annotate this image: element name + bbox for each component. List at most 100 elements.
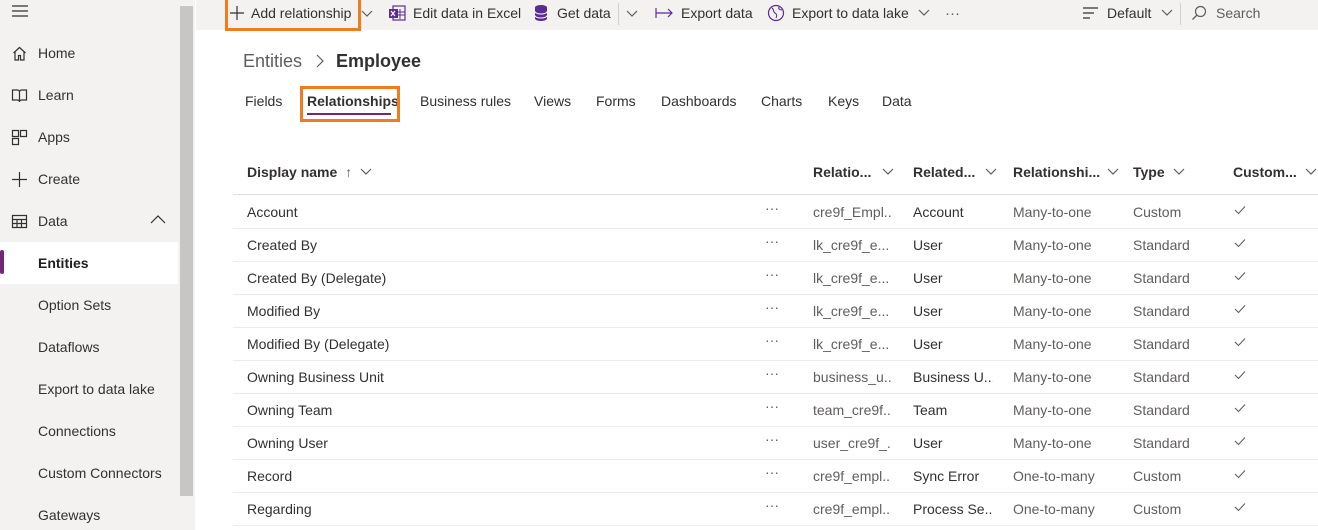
cell-display-name[interactable]: Regarding	[247, 501, 312, 517]
globe-icon	[767, 4, 785, 22]
cell-display-name[interactable]: Created By	[247, 237, 317, 253]
view-selector-label: Default	[1107, 5, 1152, 21]
tab-fields[interactable]: Fields	[245, 93, 282, 109]
table-row[interactable]: Modified By ··· lk_cre9f_e... User Many-to-o…	[233, 295, 1318, 328]
cell-display-name[interactable]: Owning Business Unit	[247, 369, 384, 385]
cell-display-name[interactable]: Owning Team	[247, 402, 332, 418]
sidebar-item-learn[interactable]: Learn	[0, 74, 178, 116]
column-header-relationship-name[interactable]: Relatio...	[813, 164, 894, 180]
sidebar-item-label: Dataflows	[38, 339, 100, 355]
row-more-actions-button[interactable]: ···	[765, 266, 785, 280]
add-relationship-dropdown[interactable]	[361, 9, 373, 19]
sidebar-item-custom-connectors[interactable]: Custom Connectors	[0, 452, 178, 494]
sidebar-item-label: Option Sets	[38, 297, 112, 313]
more-commands-button[interactable]: ···	[945, 0, 960, 26]
column-header-display-name[interactable]: Display name ↑	[247, 164, 372, 180]
chevron-down-icon	[1173, 168, 1185, 175]
cell-relationship-type: Many-to-one	[1013, 237, 1092, 253]
cell-type: Standard	[1133, 303, 1190, 319]
row-more-actions-button[interactable]: ···	[765, 200, 785, 214]
cell-display-name[interactable]: Record	[247, 468, 292, 484]
sidebar-item-connections[interactable]: Connections	[0, 410, 178, 452]
tab-dashboards[interactable]: Dashboards	[661, 93, 737, 109]
sort-ascending-icon: ↑	[345, 164, 353, 180]
column-header-label: Custom...	[1233, 164, 1297, 180]
export-data-label: Export data	[681, 5, 753, 21]
cell-type: Standard	[1133, 369, 1190, 385]
checkmark-icon	[1234, 238, 1246, 248]
sidebar-item-label: Export to data lake	[38, 381, 155, 397]
search-box[interactable]: Search	[1191, 0, 1260, 26]
export-to-data-lake-button[interactable]: Export to data lake	[767, 0, 930, 26]
table-row[interactable]: Modified By (Delegate) ··· lk_cre9f_e... Us…	[233, 328, 1318, 361]
row-more-actions-button[interactable]: ···	[765, 497, 785, 511]
table-row[interactable]: Record ··· cre9f_empl... Sync Error One-to-m…	[233, 460, 1318, 493]
checkmark-icon	[1234, 502, 1246, 512]
cell-relationship-name: team_cre9f...	[813, 402, 891, 418]
table-row[interactable]: Created By ··· lk_cre9f_e... User Many-to-on…	[233, 229, 1318, 262]
table-row[interactable]: Created By (Delegate) ··· lk_cre9f_e... Use…	[233, 262, 1318, 295]
row-more-actions-button[interactable]: ···	[765, 233, 785, 247]
sidebar-scrollbar-thumb[interactable]	[180, 6, 193, 496]
row-more-actions-button[interactable]: ···	[765, 464, 785, 478]
cell-type: Standard	[1133, 270, 1190, 286]
database-icon	[534, 4, 548, 22]
tab-views[interactable]: Views	[534, 93, 571, 109]
tab-charts[interactable]: Charts	[761, 93, 802, 109]
table-row[interactable]: Account ··· cre9f_Empl... Account Many-to-on…	[233, 196, 1318, 229]
sidebar: Home Learn Apps Create Data Entities Opt…	[0, 0, 195, 530]
cell-display-name[interactable]: Modified By (Delegate)	[247, 336, 389, 352]
table-row[interactable]: Owning User ··· user_cre9f_... User Many-to-…	[233, 427, 1318, 460]
table-row[interactable]: Regarding ··· cre9f_empl... Process Se... On…	[233, 493, 1318, 526]
row-more-actions-button[interactable]: ···	[765, 332, 785, 346]
chevron-up-icon[interactable]	[150, 214, 166, 226]
get-data-dropdown[interactable]	[626, 9, 638, 19]
table-row[interactable]: Owning Business Unit ··· business_u... Busi…	[233, 361, 1318, 394]
table-row[interactable]: Owning Team ··· team_cre9f... Team Many-to-o…	[233, 394, 1318, 427]
chevron-right-icon	[316, 54, 324, 68]
view-selector[interactable]: Default	[1082, 0, 1173, 26]
cell-display-name[interactable]: Account	[247, 204, 298, 220]
edit-in-excel-label: Edit data in Excel	[413, 5, 522, 21]
column-header-related-entity[interactable]: Related...	[913, 164, 997, 180]
column-header-label: Display name	[247, 164, 338, 180]
sidebar-item-dataflows[interactable]: Dataflows	[0, 326, 178, 368]
breadcrumb-entities-link[interactable]: Entities	[243, 51, 302, 72]
tab-business-rules[interactable]: Business rules	[420, 93, 511, 109]
get-data-button[interactable]: Get data	[534, 0, 611, 26]
sidebar-item-export-to-data-lake[interactable]: Export to data lake	[0, 368, 178, 410]
cell-relationship-name: cre9f_Empl...	[813, 204, 891, 220]
cell-display-name[interactable]: Owning User	[247, 435, 328, 451]
column-header-relationship-type[interactable]: Relationshi...	[1013, 164, 1119, 180]
cell-type: Standard	[1133, 336, 1190, 352]
export-data-button[interactable]: Export data	[655, 0, 753, 26]
row-more-actions-button[interactable]: ···	[765, 431, 785, 445]
search-icon	[1191, 5, 1207, 21]
cell-related-entity: User	[913, 237, 943, 253]
sidebar-item-create[interactable]: Create	[0, 158, 178, 200]
add-relationship-button[interactable]: Add relationship	[229, 0, 351, 26]
tab-keys[interactable]: Keys	[828, 93, 859, 109]
row-more-actions-button[interactable]: ···	[765, 398, 785, 412]
sidebar-item-gateways[interactable]: Gateways	[0, 494, 178, 530]
edit-in-excel-button[interactable]: Edit data in Excel	[388, 0, 521, 26]
hamburger-menu-icon[interactable]	[11, 3, 29, 19]
sidebar-item-home[interactable]: Home	[0, 32, 178, 74]
sidebar-item-entities[interactable]: Entities	[0, 242, 178, 284]
cell-display-name[interactable]: Created By (Delegate)	[247, 270, 386, 286]
row-more-actions-button[interactable]: ···	[765, 299, 785, 313]
row-more-actions-button[interactable]: ···	[765, 365, 785, 379]
sidebar-item-option-sets[interactable]: Option Sets	[0, 284, 178, 326]
cell-relationship-type: One-to-many	[1013, 468, 1095, 484]
column-header-customizable[interactable]: Custom...	[1233, 164, 1317, 180]
checkmark-icon	[1234, 370, 1246, 380]
cell-relationship-name: business_u...	[813, 369, 891, 385]
tab-data[interactable]: Data	[882, 93, 912, 109]
column-header-type[interactable]: Type	[1133, 164, 1185, 180]
sidebar-item-data[interactable]: Data	[0, 200, 178, 242]
tab-relationships[interactable]: Relationships	[307, 93, 399, 109]
sidebar-item-apps[interactable]: Apps	[0, 116, 178, 158]
cell-display-name[interactable]: Modified By	[247, 303, 320, 319]
tab-forms[interactable]: Forms	[596, 93, 636, 109]
home-icon	[11, 45, 28, 62]
